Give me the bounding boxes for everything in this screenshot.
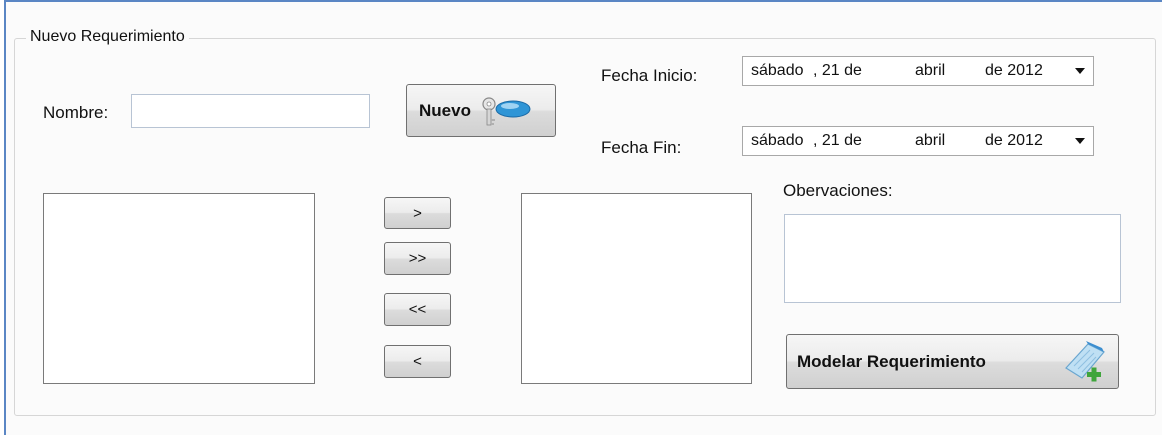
add-one-button[interactable]: > [384, 197, 451, 229]
fecha-fin-dayname: sábado [751, 132, 804, 149]
modelar-button-label: Modelar Requerimiento [797, 351, 986, 371]
fecha-fin-month: abril [915, 132, 946, 149]
modelar-requerimiento-button[interactable]: Modelar Requerimiento [786, 334, 1119, 389]
notepad-add-icon [1065, 341, 1105, 382]
nombre-label: Nombre: [43, 103, 109, 122]
nuevo-button-label: Nuevo [419, 100, 471, 120]
group-title: Nuevo Requerimiento [26, 28, 189, 46]
key-icon [482, 96, 531, 125]
chevron-down-icon[interactable] [1075, 68, 1085, 74]
available-items-list[interactable] [43, 193, 315, 384]
add-all-button[interactable]: >> [384, 242, 451, 275]
fecha-inicio-day: , 21 de [813, 62, 862, 79]
nombre-input[interactable] [131, 94, 370, 128]
nuevo-button[interactable]: Nuevo [406, 84, 556, 137]
observaciones-input[interactable] [784, 214, 1121, 303]
fecha-inicio-dayname: sábado [751, 62, 804, 79]
fecha-fin-picker[interactable]: sábado , 21 de abril de 2012 [742, 126, 1094, 156]
remove-all-button[interactable]: << [384, 293, 451, 326]
fecha-inicio-label: Fecha Inicio: [601, 66, 698, 85]
remove-one-button[interactable]: < [384, 345, 451, 378]
fecha-fin-day: , 21 de [813, 132, 862, 149]
fecha-inicio-year: de 2012 [985, 62, 1043, 79]
fecha-inicio-month: abril [915, 62, 946, 79]
fecha-inicio-picker[interactable]: sábado , 21 de abril de 2012 [742, 56, 1094, 86]
window-border-top [4, 0, 1162, 2]
selected-items-list[interactable] [521, 193, 752, 384]
window-border-left [4, 0, 6, 435]
fecha-fin-label: Fecha Fin: [601, 138, 682, 157]
fecha-fin-year: de 2012 [985, 132, 1043, 149]
chevron-down-icon[interactable] [1075, 138, 1085, 144]
observaciones-label: Obervaciones: [783, 181, 893, 200]
